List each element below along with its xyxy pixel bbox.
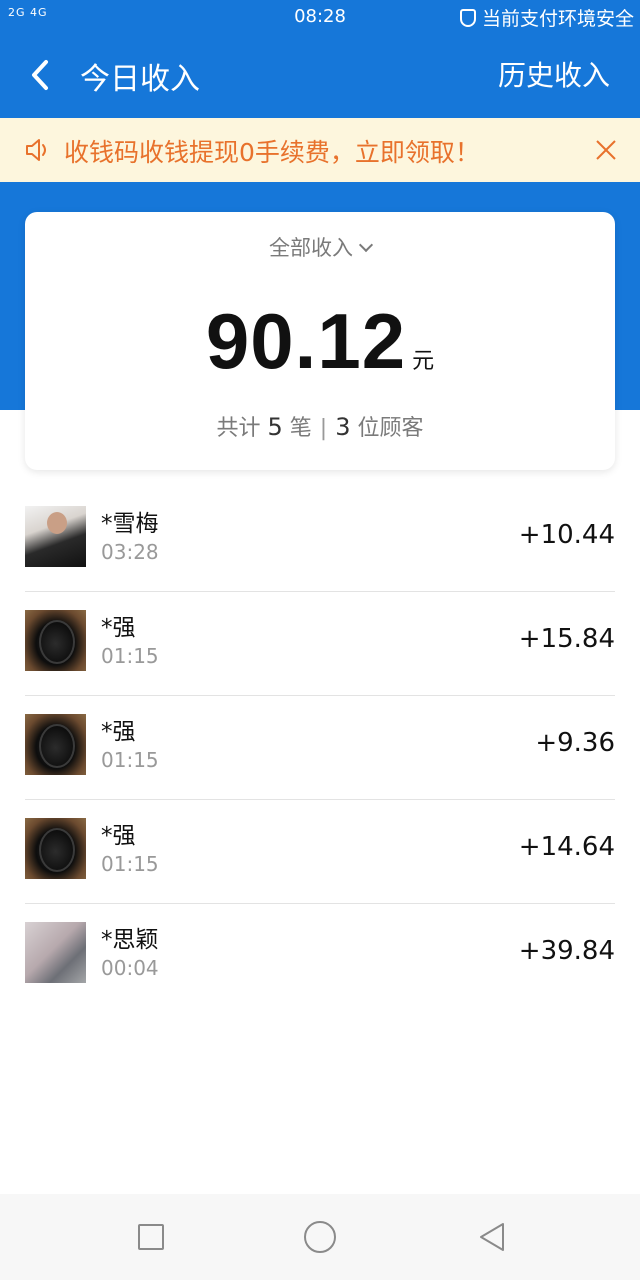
transaction-row[interactable]: *强 01:15 +9.36 xyxy=(25,696,615,800)
avatar xyxy=(25,922,86,983)
transaction-stats: 共计 5 笔 | 3 位顾客 xyxy=(25,410,615,442)
payment-time: 00:04 xyxy=(101,956,159,980)
payer-name: *强 xyxy=(101,823,136,849)
avatar xyxy=(25,714,86,775)
close-icon[interactable] xyxy=(594,138,618,162)
avatar xyxy=(25,506,86,567)
header: 今日收入 历史收入 xyxy=(0,32,640,118)
transaction-row[interactable]: *强 01:15 +14.64 xyxy=(25,800,615,904)
recent-apps-button[interactable] xyxy=(138,1224,164,1250)
back-icon[interactable] xyxy=(24,56,58,94)
payment-amount: +15.84 xyxy=(518,624,615,654)
payment-amount: +10.44 xyxy=(518,520,615,550)
count-prefix: 共计 xyxy=(216,416,261,441)
payment-time: 01:15 xyxy=(101,748,159,772)
transaction-row[interactable]: *思颖 00:04 +39.84 xyxy=(25,904,615,1007)
home-button[interactable] xyxy=(304,1221,336,1253)
count-suffix: 笔 xyxy=(289,416,312,441)
payer-name: *强 xyxy=(101,719,136,745)
amount-value: 90.12 xyxy=(205,297,407,385)
payment-time: 01:15 xyxy=(101,644,159,668)
speaker-icon xyxy=(26,139,46,161)
customer-count: 3 xyxy=(335,413,351,441)
system-navigation-bar xyxy=(0,1194,640,1280)
security-text: 当前支付环境安全 xyxy=(481,8,634,30)
payment-time: 01:15 xyxy=(101,852,159,876)
avatar xyxy=(25,818,86,879)
amount-unit: 元 xyxy=(412,349,435,374)
payment-amount: +39.84 xyxy=(518,936,615,966)
income-summary-card: 全部收入 90.12 元 共计 5 笔 | 3 位顾客 xyxy=(25,212,615,470)
payment-amount: +14.64 xyxy=(518,832,615,862)
payer-name: *强 xyxy=(101,615,136,641)
transaction-row[interactable]: *强 01:15 +15.84 xyxy=(25,592,615,696)
payment-amount: +9.36 xyxy=(535,728,615,758)
notice-text: 收钱码收钱提现0手续费，立即领取！ xyxy=(64,138,480,167)
status-bar: 2G 4G 08:28 当前支付环境安全 xyxy=(0,0,640,32)
avatar xyxy=(25,610,86,671)
transaction-count: 5 xyxy=(267,413,283,441)
transaction-list: *雪梅 03:28 +10.44 *强 01:15 +15.84 *强 01:1… xyxy=(25,488,615,1007)
transaction-row[interactable]: *雪梅 03:28 +10.44 xyxy=(25,488,615,592)
chevron-down-icon xyxy=(358,237,374,253)
promo-notice[interactable]: 收钱码收钱提现0手续费，立即领取！ xyxy=(0,118,640,182)
stats-separator: | xyxy=(319,416,328,441)
history-income-link[interactable]: 历史收入 xyxy=(498,54,610,94)
payer-name: *雪梅 xyxy=(101,511,159,537)
security-status: 当前支付环境安全 xyxy=(459,4,634,31)
payer-name: *思颖 xyxy=(101,927,159,953)
income-filter-dropdown[interactable]: 全部收入 xyxy=(25,232,615,262)
shield-icon xyxy=(459,8,476,27)
total-amount: 90.12 元 xyxy=(25,296,615,387)
filter-label: 全部收入 xyxy=(269,236,353,260)
page-title: 今日收入 xyxy=(80,62,200,97)
payment-time: 03:28 xyxy=(101,540,159,564)
customers-suffix: 位顾客 xyxy=(357,416,424,441)
back-nav-button[interactable] xyxy=(478,1221,506,1253)
